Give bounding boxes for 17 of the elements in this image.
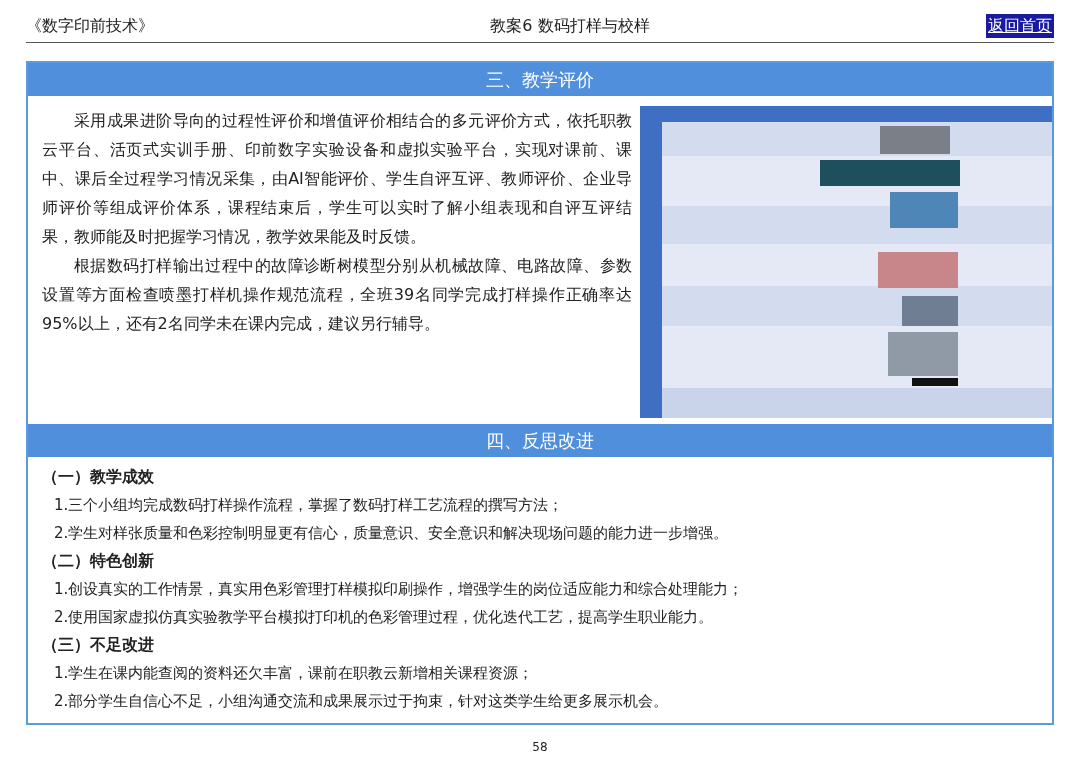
list-item: 2.学生对样张质量和色彩控制明显更有信心，质量意识、安全意识和解决现场问题的能力进一步增强。 [54,523,730,544]
paragraph: 根据数码打样输出过程中的故障诊断树模型分别从机械故障、电路故障、参数设置等方面检查喷墨打样机操作规范流程，全班39名同学完成打样操作正确率达95%以上，还有2名同学未在课内完成，建议另行辅导。 [42,255,632,335]
list-item: 1.学生在课内能查阅的资料还欠丰富，课前在职教云新增相关课程资源； [54,663,535,684]
section-heading: （三）不足改进 [42,634,155,656]
section-heading: （二）特色创新 [42,550,155,572]
course-title: 《数字印前技术》 [26,15,154,37]
list-item: 2.部分学生自信心不足，小组沟通交流和成果展示过于拘束，针对这类学生给更多展示机会。 [54,691,670,712]
home-link[interactable]: 返回首页 [986,14,1054,38]
paragraph: 采用成果进阶导向的过程性评价和增值评价相结合的多元评价方式，依托职教云平台、活页式实训手册、印前数字实验设备和虚拟实验平台，实现对课前、课中、课后全过程学习情况采集，由AI智能评价、学生自评互评、教师评价、企业导师评价等组成评价体系，课程结束后，学生可以实时了解小组表现和自评互评结果，教师能及时把握学习情况，教学效果能及时反馈。 [42,110,632,248]
section-heading: （一）教学成效 [42,466,155,488]
lesson-title: 教案6 数码打样与校样 [490,15,650,37]
list-item: 1.三个小组均完成数码打样操作流程，掌握了数码打样工艺流程的撰写方法； [54,495,565,516]
section-title: 三、教学评价 [28,63,1052,96]
list-item: 1.创设真实的工作情景，真实用色彩管理打样模拟印刷操作，增强学生的岗位适应能力和综合处理能力； [54,579,745,600]
section-title: 四、反思改进 [28,424,1052,457]
page-number: 58 [531,739,549,756]
list-item: 2.使用国家虚拟仿真实验教学平台模拟打印机的色彩管理过程，优化迭代工艺，提高学生职业能力。 [54,607,715,628]
